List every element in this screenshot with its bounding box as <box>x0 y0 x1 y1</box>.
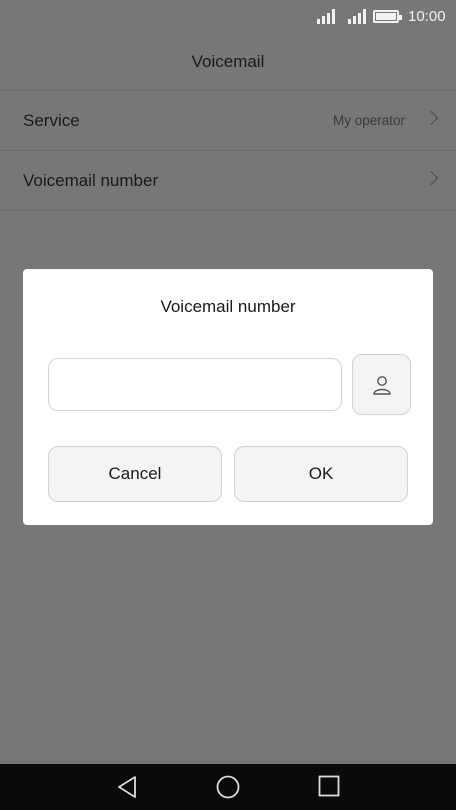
home-icon[interactable] <box>216 775 240 799</box>
chevron-right-icon <box>423 170 439 186</box>
service-row[interactable]: Service My operator <box>0 91 456 151</box>
voicemail-number-input[interactable] <box>48 358 342 411</box>
signal-icon <box>317 9 335 24</box>
ok-button[interactable]: OK <box>234 446 408 502</box>
voicemail-number-dialog: Voicemail number Cancel OK <box>23 269 433 525</box>
clock: 10:00 <box>408 8 446 25</box>
recents-icon[interactable] <box>318 775 340 797</box>
voicemail-number-row[interactable]: Voicemail number <box>0 151 456 211</box>
person-icon <box>373 376 391 395</box>
page-title: Voicemail <box>191 52 265 71</box>
signal-icon <box>348 9 366 24</box>
status-bar: 10:00 <box>0 0 456 34</box>
cancel-button[interactable]: Cancel <box>48 446 222 502</box>
contact-picker-button[interactable] <box>352 354 411 415</box>
chevron-right-icon <box>423 110 439 126</box>
back-icon[interactable] <box>116 775 138 799</box>
battery-icon <box>373 10 402 23</box>
navigation-bar <box>0 764 456 810</box>
service-value: My operator <box>332 113 405 128</box>
voicemail-number-label: Voicemail number <box>23 171 159 190</box>
divider <box>0 210 456 211</box>
dialog-title: Voicemail number <box>160 297 296 316</box>
service-label: Service <box>23 111 80 130</box>
